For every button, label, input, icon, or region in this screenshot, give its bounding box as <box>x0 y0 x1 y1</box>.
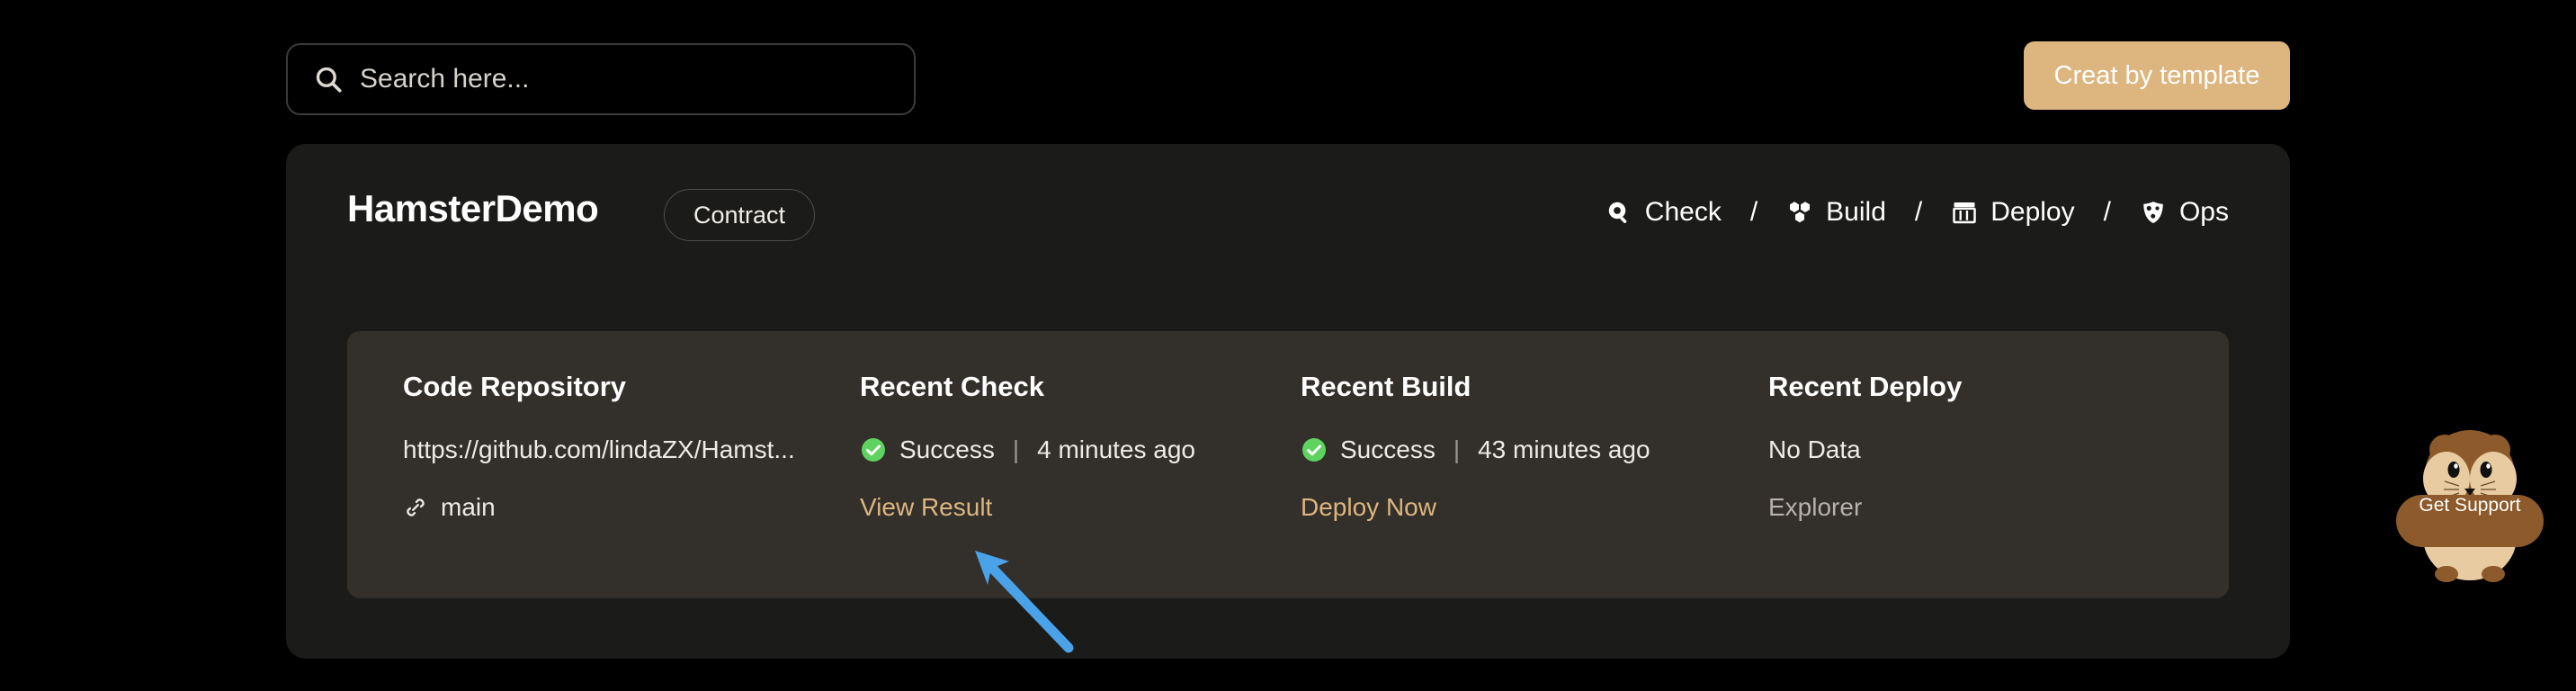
nav-item-ops-label: Ops <box>2178 197 2229 227</box>
nav-item-deploy-label: Deploy <box>1990 197 2075 227</box>
contract-badge[interactable]: Contract <box>664 189 816 241</box>
repository-branch-row[interactable]: main <box>403 493 804 522</box>
project-panel: HamsterDemo Contract Check / Build / Dep… <box>286 144 2290 659</box>
explorer-link[interactable]: Explorer <box>1768 493 1862 522</box>
search-box[interactable] <box>286 43 916 115</box>
magnifier-icon <box>1608 202 1627 223</box>
deploy-now-link[interactable]: Deploy Now <box>1301 493 1436 522</box>
check-status: Success <box>899 435 995 463</box>
search-input[interactable] <box>360 64 889 94</box>
summary-column-recent-check: Recent Check Success | 4 minutes ago Vie… <box>804 371 1245 598</box>
nav-separator: / <box>2103 197 2111 227</box>
deploy-status: No Data <box>1768 435 1861 463</box>
check-timestamp: 4 minutes ago <box>1037 435 1195 463</box>
build-status-row: Success | 43 minutes ago <box>1301 435 1713 464</box>
check-status-row: Success | 4 minutes ago <box>860 435 1245 464</box>
server-rack-icon <box>1953 202 1976 224</box>
link-icon <box>407 498 425 516</box>
page-title: HamsterDemo <box>347 187 599 229</box>
nav-item-build[interactable]: Build <box>1781 197 1892 228</box>
summary-column-recent-build: Recent Build Success | 43 minutes ago De… <box>1245 371 1713 598</box>
column-title: Recent Build <box>1301 371 1471 402</box>
column-title: Recent Check <box>860 371 1045 402</box>
repository-url: https://github.com/lindaZX/Hamst... <box>403 435 795 463</box>
column-title: Code Repository <box>403 371 627 402</box>
nav-item-ops[interactable]: Ops <box>2134 197 2234 228</box>
status-separator: | <box>1012 435 1020 463</box>
nav-item-check[interactable]: Check <box>1600 197 1727 228</box>
nav-separator: / <box>1914 197 1923 227</box>
nav-item-check-label: Check <box>1644 197 1722 227</box>
build-timestamp: 43 minutes ago <box>1478 435 1650 463</box>
shield-nodes-icon <box>2143 202 2163 223</box>
summary-column-recent-deploy: Recent Deploy No Data Explorer <box>1713 371 2162 598</box>
project-summary-card: Code Repository https://github.com/linda… <box>347 331 2229 598</box>
search-icon <box>316 67 342 93</box>
nav-item-build-label: Build <box>1826 197 1886 227</box>
success-check-icon <box>862 438 885 462</box>
hamster-mascot-icon <box>2396 430 2544 582</box>
panel-header: HamsterDemo Contract Check / Build / Dep… <box>286 144 2290 315</box>
column-title: Recent Deploy <box>1768 371 1963 402</box>
status-separator: | <box>1453 435 1461 463</box>
build-status: Success <box>1340 435 1436 463</box>
create-by-template-button[interactable]: Creat by template <box>2024 41 2290 110</box>
cubes-icon <box>1790 202 1811 223</box>
view-result-link[interactable]: View Result <box>860 493 992 522</box>
summary-column-code-repository: Code Repository https://github.com/linda… <box>347 371 804 598</box>
branch-name: main <box>441 493 496 521</box>
nav-separator: / <box>1749 197 1758 227</box>
panel-nav: Check / Build / Deploy / Ops <box>1600 187 2234 238</box>
top-bar: Creat by template <box>0 0 2576 144</box>
nav-item-deploy[interactable]: Deploy <box>1945 197 2080 228</box>
get-support-widget[interactable]: Get Support <box>2382 416 2558 592</box>
success-check-icon <box>1302 438 1326 462</box>
